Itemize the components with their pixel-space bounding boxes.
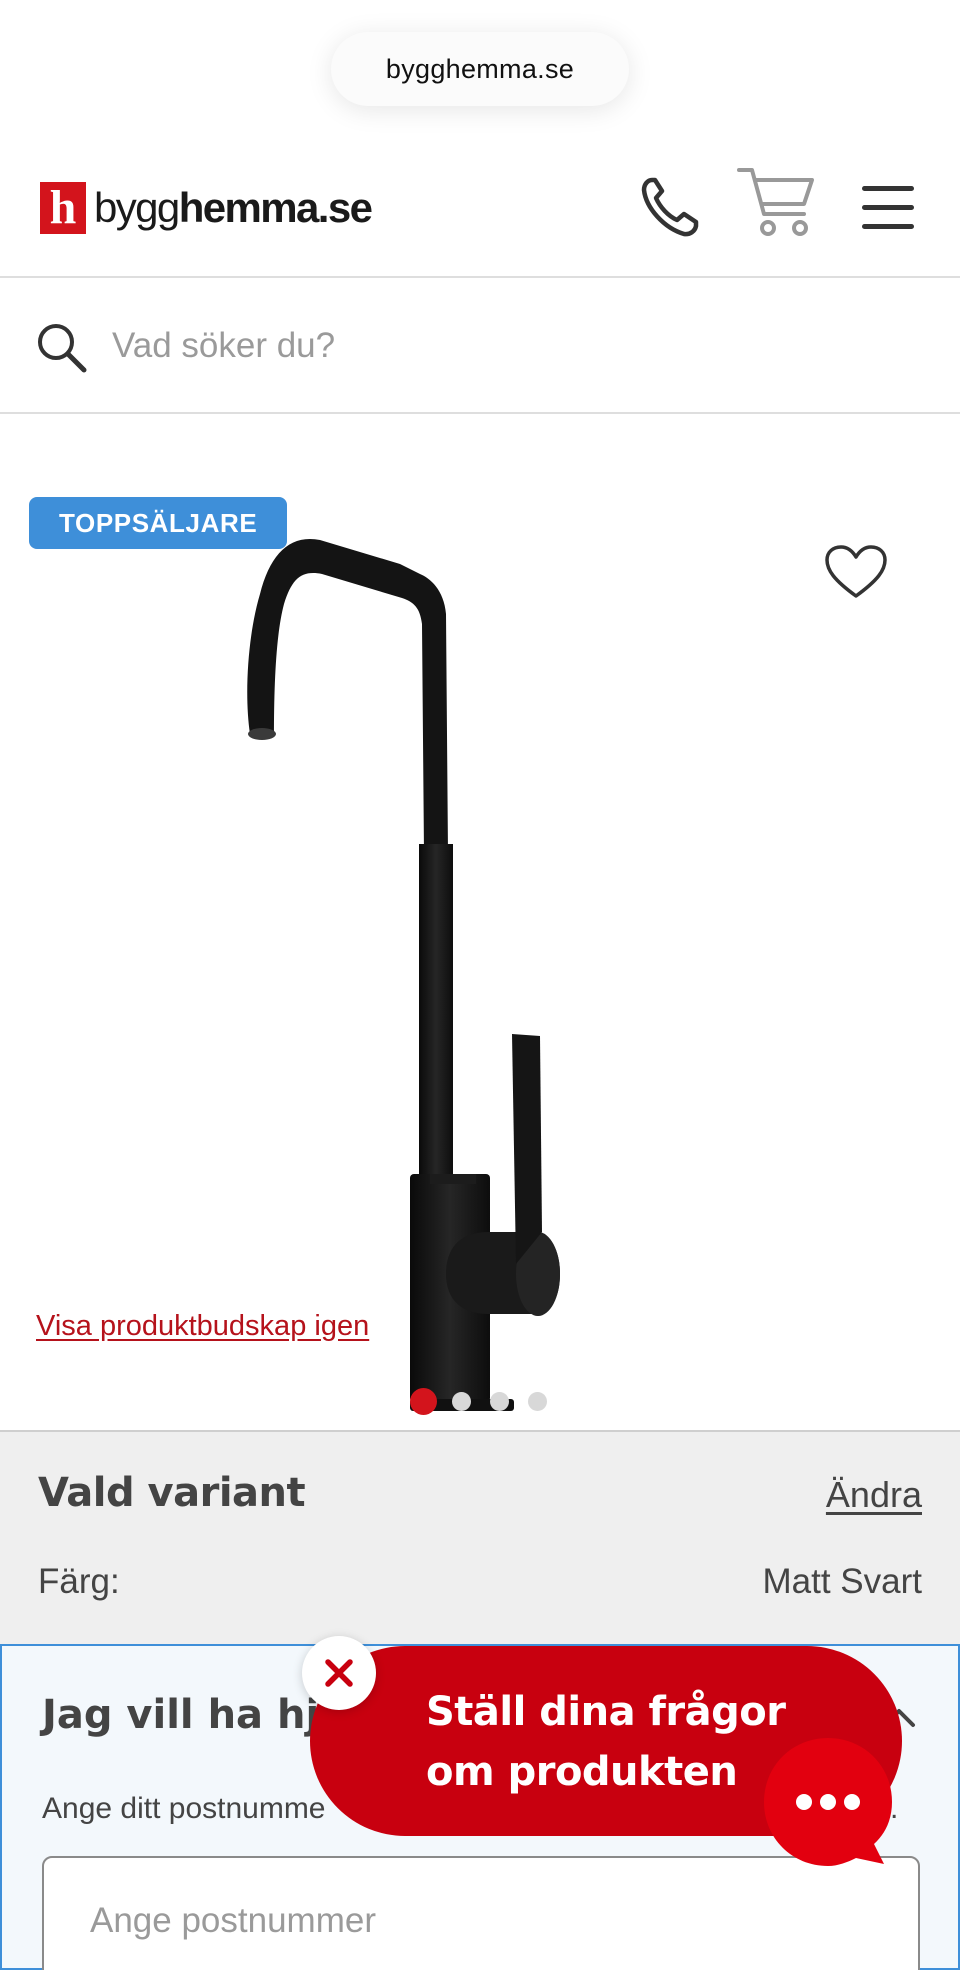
change-variant-link[interactable]: Ändra — [826, 1474, 922, 1516]
browser-chrome: bygghemma.se — [0, 0, 960, 140]
carousel-dot-1[interactable] — [410, 1388, 437, 1415]
color-value: Matt Svart — [762, 1562, 922, 1601]
phone-icon[interactable] — [640, 174, 700, 243]
color-label: Färg: — [38, 1562, 120, 1601]
cart-icon[interactable] — [736, 166, 816, 245]
search-bar — [0, 278, 960, 414]
help-description: Ange ditt postnumme — [42, 1792, 326, 1825]
close-chat-prompt-button[interactable] — [302, 1636, 376, 1710]
selected-variant-panel: Vald variant Ändra Färg: Matt Svart — [0, 1430, 960, 1644]
chat-launcher-button[interactable] — [758, 1734, 898, 1874]
carousel-dot-4[interactable] — [528, 1392, 547, 1411]
search-input[interactable] — [112, 314, 892, 378]
search-icon — [36, 322, 88, 379]
site-logo[interactable]: h bygghemma.se — [40, 180, 373, 236]
hamburger-menu-icon[interactable] — [862, 186, 914, 235]
carousel-dot-3[interactable] — [490, 1392, 509, 1411]
logo-mark: h — [40, 181, 86, 234]
url-bar[interactable]: bygghemma.se — [331, 32, 629, 106]
product-gallery: TOPPSÄLJARE Visa produktbudskap igen — [0, 414, 960, 1430]
logo-text: bygghemma.se — [94, 184, 373, 231]
close-icon — [325, 1659, 353, 1687]
product-image[interactable] — [230, 494, 730, 1419]
show-product-message-link[interactable]: Visa produktbudskap igen — [36, 1310, 369, 1343]
variant-title: Vald variant — [38, 1470, 306, 1516]
carousel-dots — [410, 1388, 566, 1415]
help-title[interactable]: Jag vill ha hjä — [42, 1692, 346, 1738]
favorite-heart-icon[interactable] — [824, 544, 888, 605]
site-header: h bygghemma.se — [0, 140, 960, 278]
chat-dot-icon — [796, 1794, 812, 1810]
carousel-dot-2[interactable] — [452, 1392, 471, 1411]
